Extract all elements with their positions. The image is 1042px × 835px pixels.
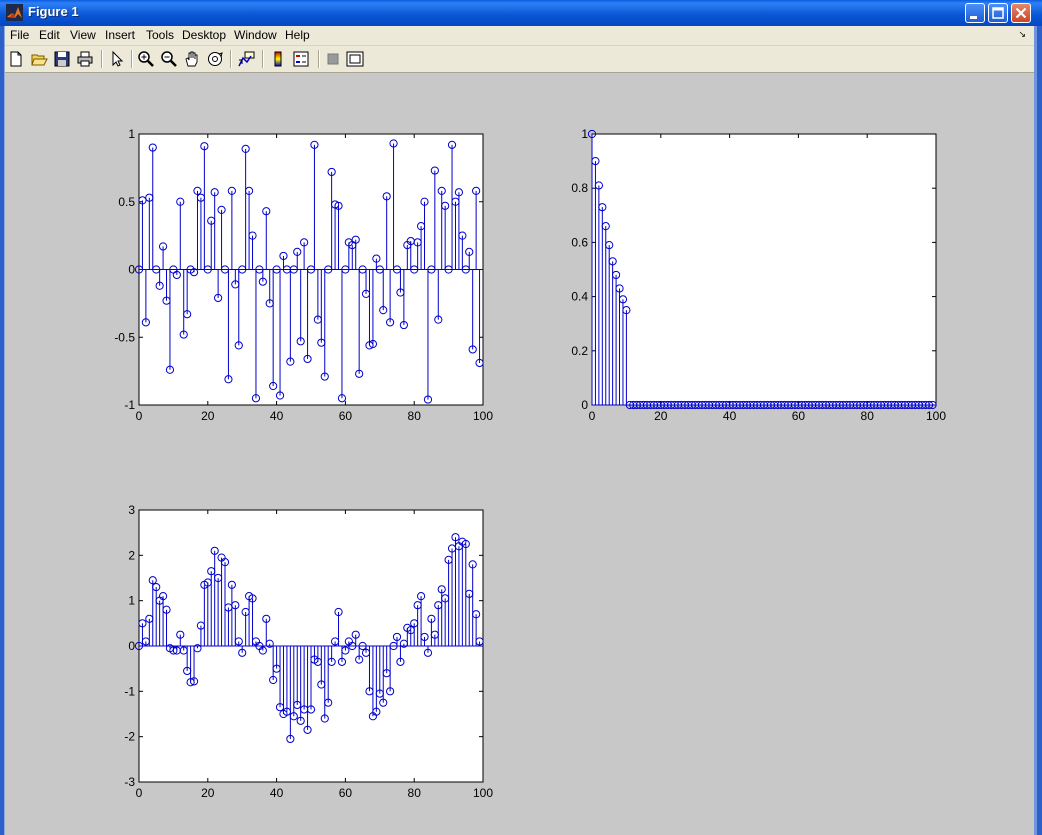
toolbar-separator [101, 50, 103, 68]
zoom-out-icon[interactable] [160, 50, 178, 68]
colorbar-icon[interactable] [269, 50, 287, 68]
open-folder-icon[interactable] [30, 50, 48, 68]
menu-view[interactable]: View [70, 28, 96, 42]
rotate-icon[interactable] [206, 50, 224, 68]
menu-desktop[interactable]: Desktop [182, 28, 226, 42]
y-tick-label: 1 [581, 127, 588, 141]
print-icon[interactable] [76, 50, 94, 68]
close-icon [1015, 7, 1027, 19]
title-bar[interactable]: Figure 1 [0, 0, 1042, 26]
minimize-icon [970, 16, 977, 19]
maximize-icon [992, 7, 1004, 19]
y-tick-label: -1 [124, 398, 135, 412]
window-title: Figure 1 [28, 4, 79, 19]
x-tick-label: 100 [473, 409, 493, 423]
zoom-in-icon[interactable] [137, 50, 155, 68]
y-tick-label: 0.5 [118, 195, 135, 209]
menu-bar: File Edit View Insert Tools Desktop Wind… [0, 26, 1034, 46]
axes-3[interactable]: 0 20 40 60 80 100 -3 -2 -1 0 1 2 3 [124, 503, 493, 800]
axes-background [591, 133, 937, 406]
y-tick-label: -2 [124, 730, 135, 744]
y-tick-label: 0.8 [571, 181, 588, 195]
y-tick-label: -0.5 [114, 330, 135, 344]
new-file-icon[interactable] [7, 50, 25, 68]
axes-2[interactable]: 0 20 40 60 80 100 0 0.2 0.4 0.6 0.8 1 [571, 127, 946, 423]
menu-tools[interactable]: Tools [146, 28, 174, 42]
data-cursor-icon[interactable] [237, 50, 255, 68]
x-tick-label: 60 [339, 409, 353, 423]
dock-arrow-icon[interactable]: ↘ [1018, 29, 1026, 40]
x-tick-label: 80 [861, 409, 875, 423]
hand-icon[interactable] [183, 50, 201, 68]
y-tick-label: 0 [581, 398, 588, 412]
menu-window[interactable]: Window [234, 28, 277, 42]
figure-canvas: 0 20 40 60 80 100 -1 -0.5 0 0.5 1 0 20 40 60 80 100 0 0.2 0… [5, 73, 1034, 835]
x-tick-label: 60 [339, 786, 353, 800]
y-tick-label: 2 [128, 548, 135, 562]
close-button[interactable] [1011, 3, 1031, 23]
window-border-right-highlight [1034, 26, 1037, 835]
hide-tools-icon[interactable] [324, 50, 342, 68]
matlab-logo-icon [6, 4, 23, 21]
toolbar-separator [230, 50, 232, 68]
toolbar-separator [131, 50, 133, 68]
x-tick-label: 0 [136, 409, 143, 423]
x-tick-label: 80 [408, 409, 422, 423]
x-tick-label: 20 [201, 786, 215, 800]
y-tick-label: -3 [124, 775, 135, 789]
x-tick-label: 80 [408, 786, 422, 800]
x-tick-label: 20 [201, 409, 215, 423]
plots-svg: 0 20 40 60 80 100-1-0.500.510 20 40 60 80 10000.20… [114, 127, 946, 800]
y-tick-label: 0.2 [571, 344, 588, 358]
y-tick-label: 0.6 [571, 235, 588, 249]
menu-insert[interactable]: Insert [105, 28, 135, 42]
x-tick-label: 100 [473, 786, 493, 800]
y-tick-label: -1 [124, 684, 135, 698]
y-tick-label: 1 [128, 594, 135, 608]
axes-1[interactable]: 0 20 40 60 80 100 -1 -0.5 0 0.5 1 [114, 127, 493, 423]
x-tick-label: 60 [792, 409, 806, 423]
pointer-icon[interactable] [108, 50, 126, 68]
x-tick-label: 40 [723, 409, 737, 423]
legend-icon[interactable] [292, 50, 310, 68]
x-tick-label: 40 [270, 786, 284, 800]
menu-file[interactable]: File [10, 28, 29, 42]
y-tick-label: 0 [128, 263, 135, 277]
maximize-button[interactable] [988, 3, 1008, 23]
y-tick-label: 1 [128, 127, 135, 141]
y-tick-label: 0 [128, 639, 135, 653]
x-tick-label: 100 [926, 409, 946, 423]
menu-help[interactable]: Help [285, 28, 310, 42]
menu-edit[interactable]: Edit [39, 28, 60, 42]
figure-toolbar [0, 46, 1034, 73]
x-tick-label: 20 [654, 409, 668, 423]
toolbar-separator [262, 50, 264, 68]
x-tick-label: 0 [136, 786, 143, 800]
y-tick-label: 3 [128, 503, 135, 517]
toolbar-separator [318, 50, 320, 68]
show-tools-icon[interactable] [346, 50, 364, 68]
save-icon[interactable] [53, 50, 71, 68]
y-tick-label: 0.4 [571, 290, 588, 304]
x-tick-label: 40 [270, 409, 284, 423]
minimize-button[interactable] [965, 3, 985, 23]
figure-window: Figure 1 File Edit View Insert Tools Des… [0, 0, 1042, 835]
x-tick-label: 0 [589, 409, 596, 423]
